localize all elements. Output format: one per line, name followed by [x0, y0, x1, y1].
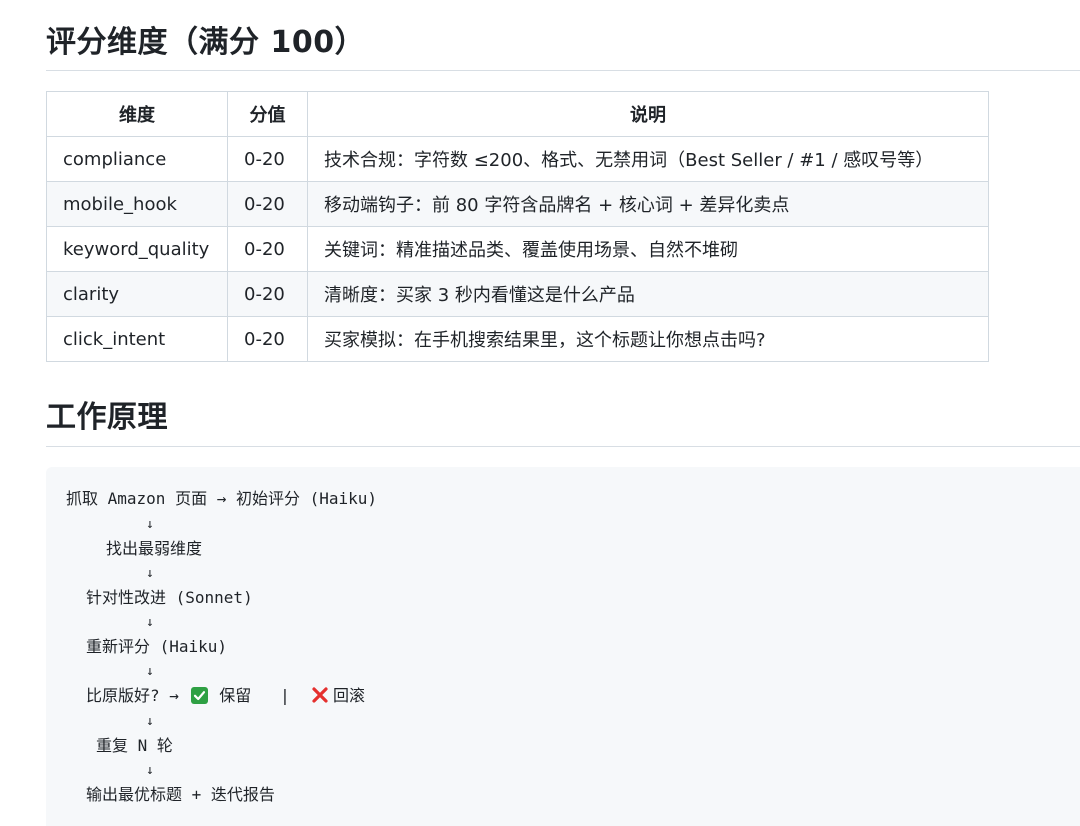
description-cell: 移动端钩子：前 80 字符含品牌名 + 核心词 + 差异化卖点 [307, 181, 989, 227]
down-arrow: ↓ [146, 566, 154, 581]
column-header-dimension: 维度 [46, 91, 228, 137]
keep-label: 保留 [219, 686, 252, 705]
score-cell: 0-20 [227, 316, 308, 362]
table-row: compliance 0-20 技术合规：字符数 ≤200、格式、无禁用词（Be… [46, 136, 989, 182]
workflow-step: 抓取 Amazon 页面 → 初始评分 (Haiku) [66, 489, 378, 508]
description-cell: 关键词：精准描述品类、覆盖使用场景、自然不堆砌 [307, 226, 989, 272]
column-header-score: 分值 [227, 91, 308, 137]
description-cell: 买家模拟：在手机搜索结果里，这个标题让你想点击吗? [307, 316, 989, 362]
heading-divider [46, 446, 1080, 447]
down-arrow: ↓ [146, 714, 154, 729]
table-row: mobile_hook 0-20 移动端钩子：前 80 字符含品牌名 + 核心词… [46, 181, 989, 227]
heading-divider [46, 70, 1080, 71]
table-header-row: 维度 分值 说明 [46, 91, 989, 137]
score-cell: 0-20 [227, 136, 308, 182]
dimension-cell: keyword_quality [46, 226, 228, 272]
rollback-label: 回滚 [333, 686, 366, 705]
score-cell: 0-20 [227, 181, 308, 227]
table-row: clarity 0-20 清晰度：买家 3 秒内看懂这是什么产品 [46, 271, 989, 317]
dimension-cell: mobile_hook [46, 181, 228, 227]
description-cell: 技术合规：字符数 ≤200、格式、无禁用词（Best Seller / #1 /… [307, 136, 989, 182]
dimension-cell: click_intent [46, 316, 228, 362]
check-mark-icon [190, 687, 208, 704]
column-header-description: 说明 [307, 91, 989, 137]
scoring-heading: 评分维度（满分 100） [46, 25, 366, 60]
table-row: keyword_quality 0-20 关键词：精准描述品类、覆盖使用场景、自… [46, 226, 989, 272]
workflow-step: 重复 N 轮 [96, 736, 173, 755]
workflow-code-block[interactable]: 抓取 Amazon 页面 → 初始评分 (Haiku) ↓ 找出最弱维度 ↓ 针… [46, 467, 1080, 826]
workflow-step: 针对性改进 (Sonnet) [86, 588, 253, 607]
score-cell: 0-20 [227, 271, 308, 317]
down-arrow: ↓ [146, 664, 154, 679]
markdown-page: 评分维度（满分 100） 维度 分值 说明 compliance 0-20 技术… [46, 0, 1080, 826]
workflow-heading: 工作原理 [46, 400, 168, 435]
score-cell: 0-20 [227, 226, 308, 272]
down-arrow: ↓ [146, 517, 154, 532]
separator: | [280, 686, 290, 705]
scoring-table: 维度 分值 说明 compliance 0-20 技术合规：字符数 ≤200、格… [46, 91, 989, 362]
table-row: click_intent 0-20 买家模拟：在手机搜索结果里，这个标题让你想点… [46, 316, 989, 362]
compare-text: 比原版好? → [86, 686, 189, 705]
dimension-cell: compliance [46, 136, 228, 182]
workflow-step: 重新评分 (Haiku) [86, 637, 228, 656]
cross-mark-icon [311, 686, 329, 704]
workflow-step: 找出最弱维度 [106, 539, 203, 558]
description-cell: 清晰度：买家 3 秒内看懂这是什么产品 [307, 271, 989, 317]
down-arrow: ↓ [146, 615, 154, 630]
workflow-step-compare: 比原版好? → 保留 | 回滚 [86, 686, 365, 706]
workflow-step: 输出最优标题 + 迭代报告 [86, 785, 275, 804]
down-arrow: ↓ [146, 763, 154, 778]
dimension-cell: clarity [46, 271, 228, 317]
